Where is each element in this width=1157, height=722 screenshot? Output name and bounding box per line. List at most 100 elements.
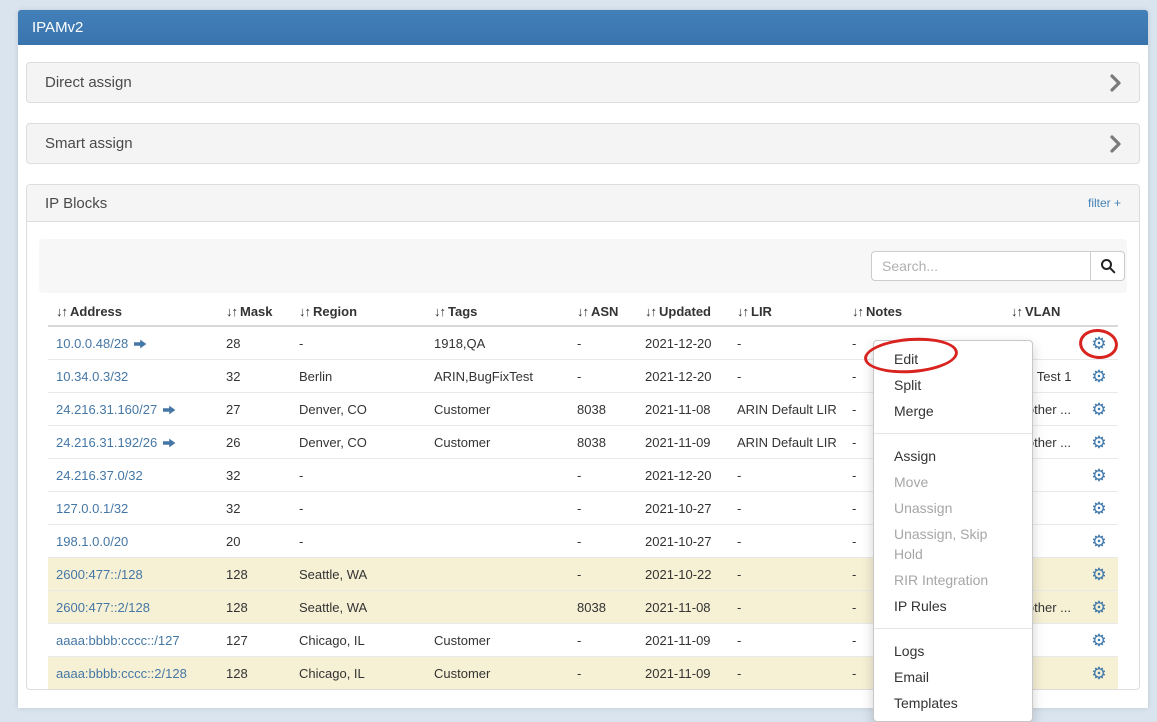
updated-cell: 2021-12-20 <box>637 326 729 360</box>
app-title: IPAMv2 <box>32 19 83 36</box>
ip-blocks-title: IP Blocks <box>45 195 107 212</box>
gear-icon[interactable]: ⚙ <box>1091 368 1106 385</box>
address-link[interactable]: aaaa:bbbb:cccc::2/128 <box>56 666 187 681</box>
asn-cell: - <box>569 624 637 657</box>
sort-icon: ↓↑ <box>299 304 310 319</box>
filter-toggle-link[interactable]: filter + <box>1088 196 1121 210</box>
column-header-updated[interactable]: ↓↑Updated <box>637 299 729 326</box>
lir-cell: - <box>729 624 844 657</box>
tags-cell <box>426 591 569 624</box>
mask-cell: 128 <box>218 558 291 591</box>
address-link[interactable]: 198.1.0.0/20 <box>56 534 128 549</box>
menu-item-merge[interactable]: Merge <box>874 398 1032 424</box>
gear-icon[interactable]: ⚙ <box>1091 632 1106 649</box>
search-button[interactable] <box>1091 251 1125 281</box>
tags-cell <box>426 558 569 591</box>
chevron-right-icon <box>1110 135 1121 153</box>
address-link[interactable]: 2600:477::2/128 <box>56 600 150 615</box>
lir-cell: - <box>729 492 844 525</box>
column-header-asn[interactable]: ↓↑ASN <box>569 299 637 326</box>
column-header-actions <box>1080 299 1118 326</box>
direct-assign-panel[interactable]: Direct assign <box>26 62 1140 103</box>
updated-cell: 2021-11-08 <box>637 393 729 426</box>
mask-cell: 26 <box>218 426 291 459</box>
gear-icon[interactable]: ⚙ <box>1091 533 1106 550</box>
column-header-region[interactable]: ↓↑Region <box>291 299 426 326</box>
menu-divider <box>874 433 1032 434</box>
menu-divider <box>874 628 1032 629</box>
smart-assign-panel[interactable]: Smart assign <box>26 123 1140 164</box>
tags-cell: Customer <box>426 657 569 690</box>
address-link[interactable]: 2600:477::/128 <box>56 567 143 582</box>
ip-blocks-header: IP Blocks filter + <box>27 185 1139 222</box>
gear-icon[interactable]: ⚙ <box>1091 434 1106 451</box>
column-label: Tags <box>448 304 477 319</box>
updated-cell: 2021-11-09 <box>637 426 729 459</box>
column-header-address[interactable]: ↓↑Address <box>48 299 218 326</box>
address-link[interactable]: 24.216.31.192/26 <box>56 435 157 450</box>
search-icon <box>1100 258 1116 274</box>
mask-cell: 32 <box>218 360 291 393</box>
asn-cell: - <box>569 459 637 492</box>
region-cell: - <box>291 459 426 492</box>
column-label: Address <box>70 304 122 319</box>
sort-icon: ↓↑ <box>737 304 748 319</box>
mask-cell: 27 <box>218 393 291 426</box>
menu-item-email[interactable]: Email <box>874 664 1032 690</box>
address-link[interactable]: 24.216.31.160/27 <box>56 402 157 417</box>
mask-cell: 128 <box>218 657 291 690</box>
gear-icon[interactable]: ⚙ <box>1091 566 1106 583</box>
lir-cell: - <box>729 326 844 360</box>
address-link[interactable]: 10.0.0.48/28 <box>56 336 128 351</box>
region-cell: Berlin <box>291 360 426 393</box>
column-label: Updated <box>659 304 711 319</box>
tags-cell: 1918,QA <box>426 326 569 360</box>
menu-item-assign[interactable]: Assign <box>874 443 1032 469</box>
row-actions-menu: Edit Split Merge Assign Move Unassign Un… <box>873 340 1033 722</box>
column-header-notes[interactable]: ↓↑Notes <box>844 299 1003 326</box>
address-link[interactable]: aaaa:bbbb:cccc::/127 <box>56 633 180 648</box>
mask-cell: 20 <box>218 525 291 558</box>
menu-item-logs[interactable]: Logs <box>874 638 1032 664</box>
column-header-lir[interactable]: ↓↑LIR <box>729 299 844 326</box>
assigned-arrow-icon <box>163 438 176 448</box>
menu-item-unassign-skip-hold: Unassign, Skip Hold <box>874 521 1032 567</box>
gear-icon[interactable]: ⚙ <box>1091 500 1106 517</box>
address-link[interactable]: 127.0.0.1/32 <box>56 501 128 516</box>
address-link[interactable]: 24.216.37.0/32 <box>56 468 143 483</box>
column-header-tags[interactable]: ↓↑Tags <box>426 299 569 326</box>
updated-cell: 2021-10-22 <box>637 558 729 591</box>
table-header-row: ↓↑Address ↓↑Mask ↓↑Region ↓↑Tags ↓↑ASN ↓… <box>48 299 1118 326</box>
menu-item-split[interactable]: Split <box>874 372 1032 398</box>
gear-icon[interactable]: ⚙ <box>1091 467 1106 484</box>
column-label: Region <box>313 304 357 319</box>
column-header-vlan[interactable]: ↓↑VLAN <box>1003 299 1080 326</box>
gear-icon[interactable]: ⚙ <box>1091 665 1106 682</box>
column-label: Notes <box>866 304 902 319</box>
column-label: Mask <box>240 304 273 319</box>
column-header-mask[interactable]: ↓↑Mask <box>218 299 291 326</box>
gear-icon[interactable]: ⚙ <box>1091 401 1106 418</box>
asn-cell: 8038 <box>569 426 637 459</box>
chevron-right-icon <box>1110 74 1121 92</box>
tags-cell: Customer <box>426 426 569 459</box>
updated-cell: 2021-11-09 <box>637 624 729 657</box>
region-cell: - <box>291 326 426 360</box>
menu-item-ip-rules[interactable]: IP Rules <box>874 593 1032 619</box>
sort-icon: ↓↑ <box>434 304 445 319</box>
region-cell: Chicago, IL <box>291 624 426 657</box>
sort-icon: ↓↑ <box>1011 304 1022 319</box>
lir-cell: - <box>729 591 844 624</box>
search-input[interactable] <box>871 251 1091 281</box>
asn-cell: - <box>569 657 637 690</box>
smart-assign-title: Smart assign <box>45 135 133 152</box>
column-label: VLAN <box>1025 304 1060 319</box>
gear-icon[interactable]: ⚙ <box>1091 599 1106 616</box>
asn-cell: - <box>569 360 637 393</box>
updated-cell: 2021-10-27 <box>637 492 729 525</box>
lir-cell: ARIN Default LIR <box>729 426 844 459</box>
updated-cell: 2021-11-09 <box>637 657 729 690</box>
address-link[interactable]: 10.34.0.3/32 <box>56 369 128 384</box>
menu-item-templates[interactable]: Templates <box>874 690 1032 716</box>
search-group <box>871 251 1125 281</box>
